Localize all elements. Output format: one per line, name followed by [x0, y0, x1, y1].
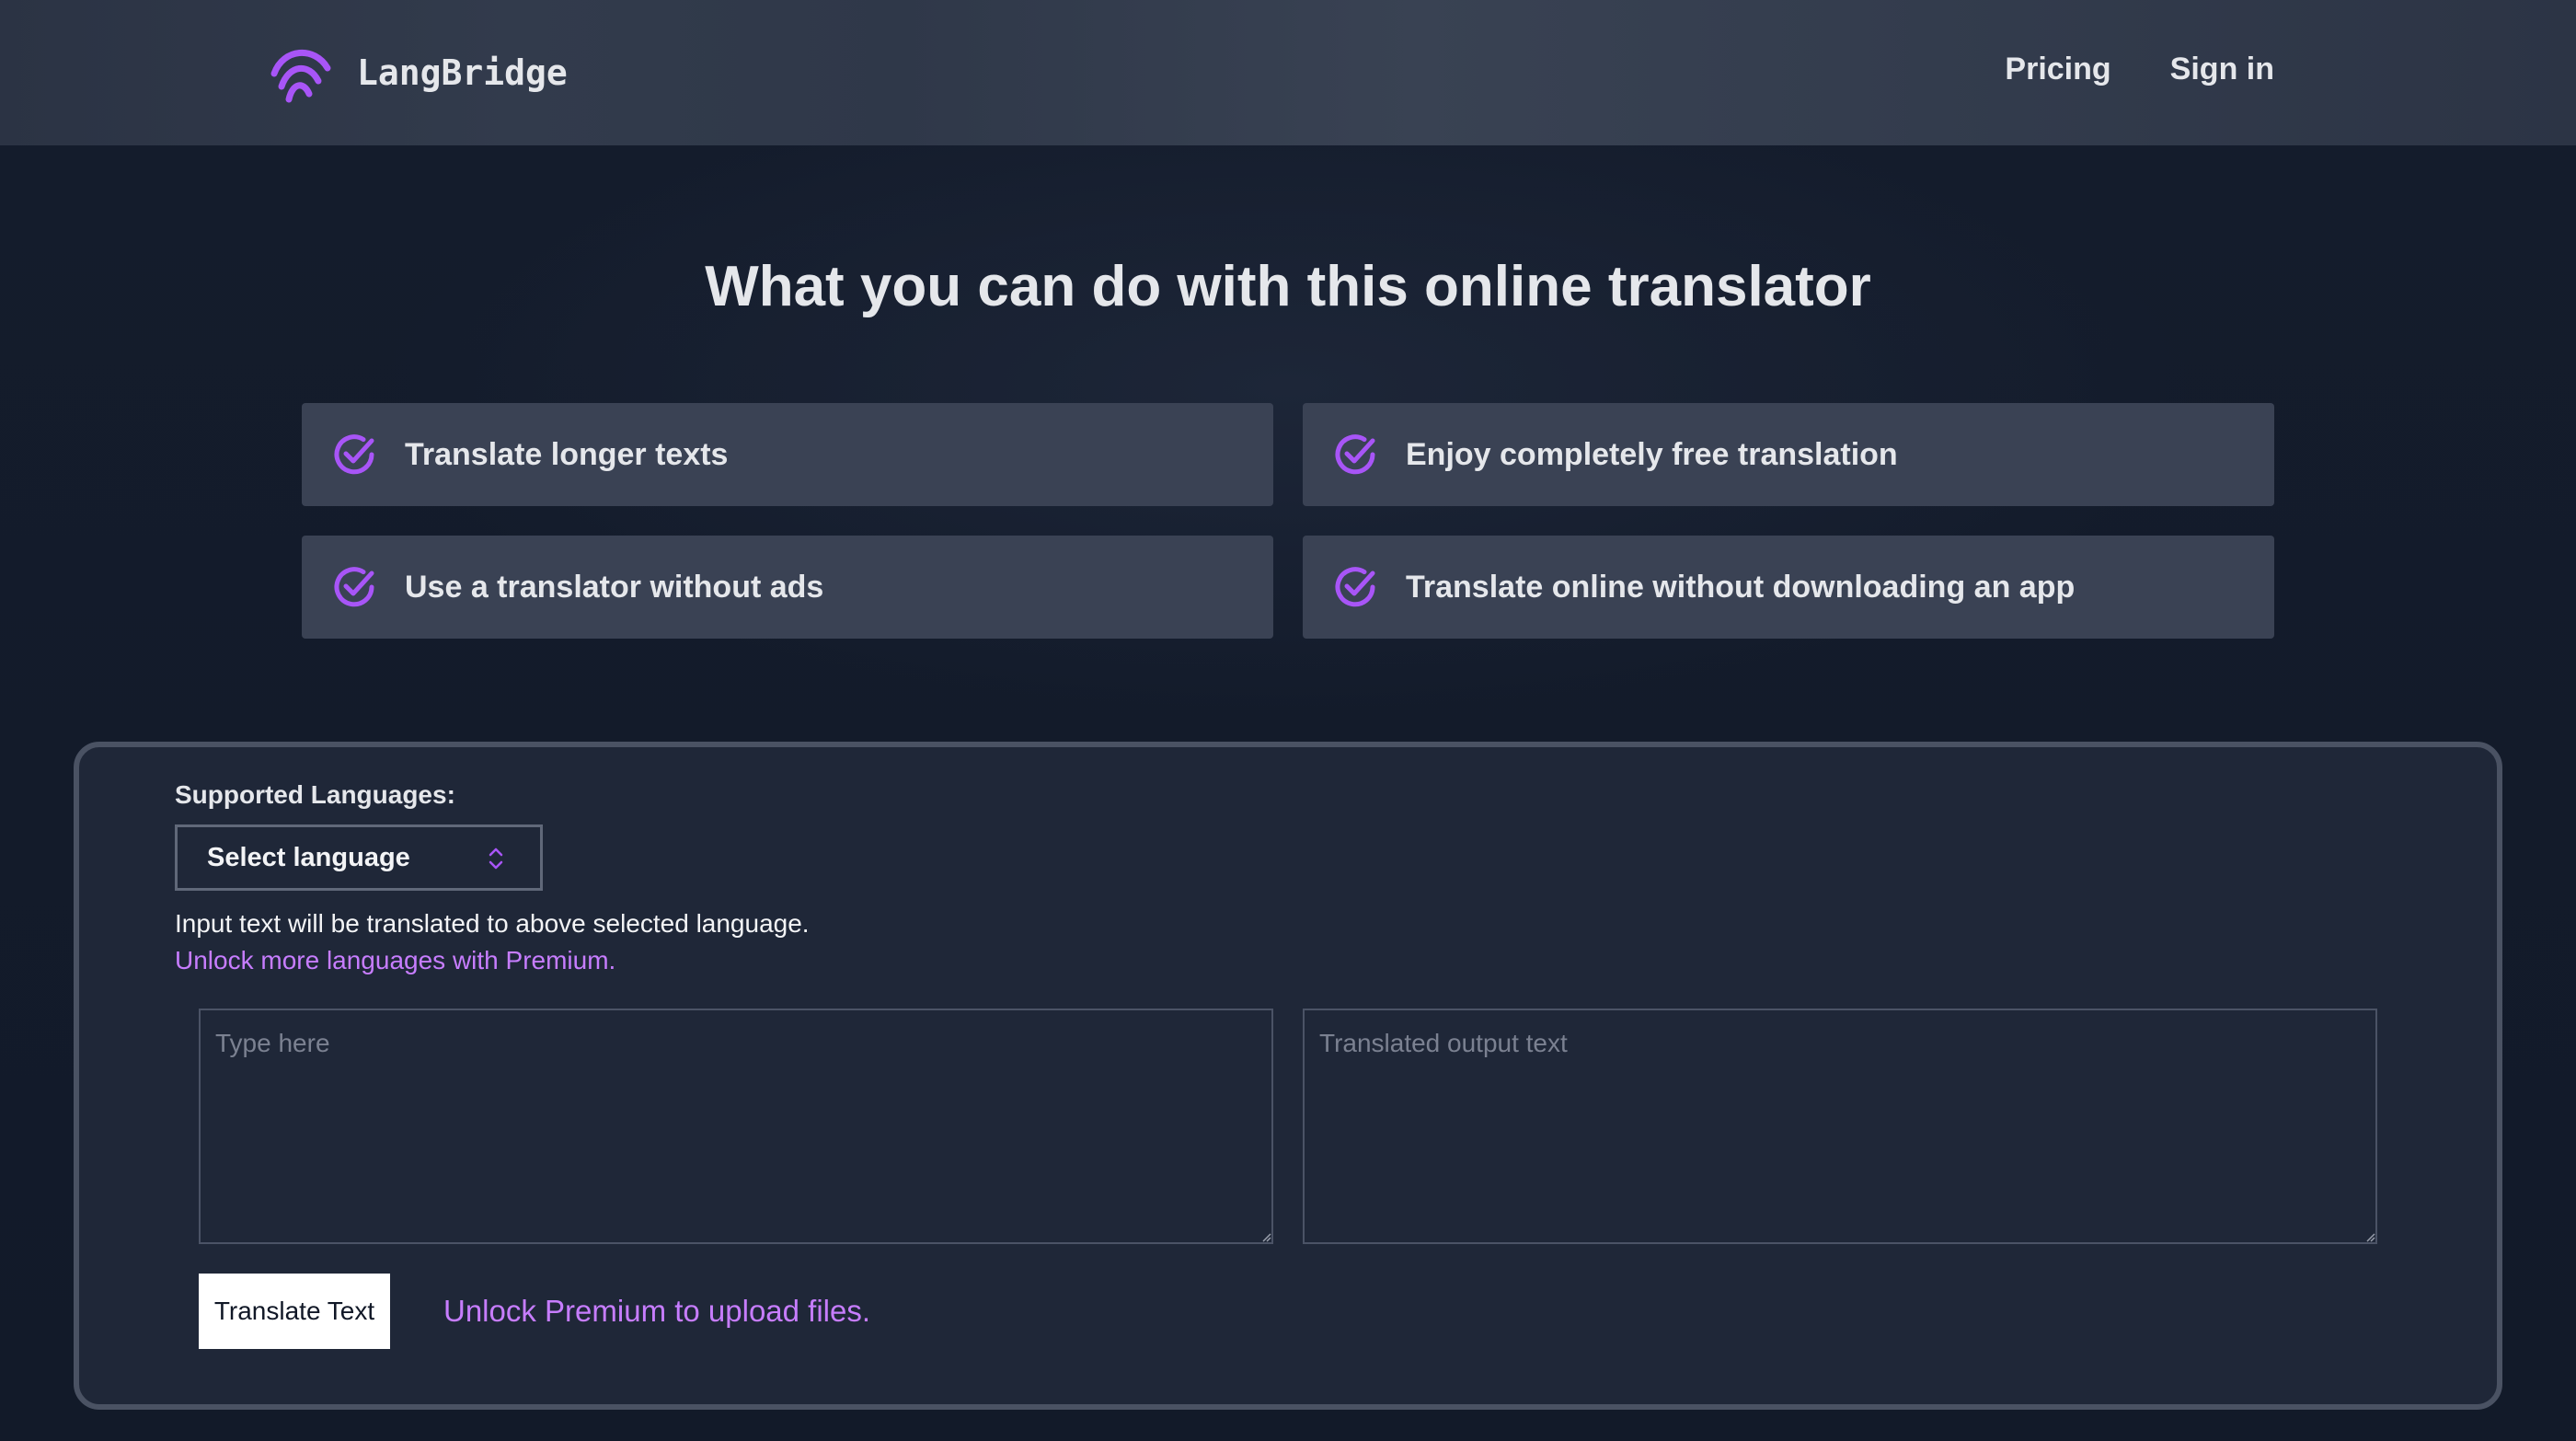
feature-label: Enjoy completely free translation [1406, 436, 1898, 472]
translator-panel: Supported Languages: Select language Inp… [74, 742, 2502, 1410]
feature-card: Use a translator without ads [302, 536, 1273, 639]
brand-name: LangBridge [357, 52, 568, 93]
nav-pricing-link[interactable]: Pricing [2005, 52, 2110, 87]
brand[interactable]: LangBridge [269, 40, 568, 105]
check-circle-icon [334, 567, 374, 607]
check-circle-icon [1335, 434, 1375, 475]
feature-grid: Translate longer texts Enjoy completely … [302, 403, 2274, 639]
feature-label: Use a translator without ads [405, 569, 824, 605]
input-text-area[interactable] [199, 1009, 1273, 1244]
langbridge-logo-icon [270, 50, 331, 103]
hero-title: What you can do with this online transla… [705, 255, 1871, 318]
unlock-languages-link[interactable]: Unlock more languages with Premium. [175, 946, 615, 975]
page: LangBridge Pricing Sign in What you can … [0, 0, 2576, 1441]
language-select-value: Select language [207, 842, 410, 872]
nav-sign-in-link[interactable]: Sign in [2170, 52, 2274, 87]
supported-languages-label: Supported Languages: [175, 780, 455, 809]
output-text-area[interactable] [1303, 1009, 2377, 1244]
chevron-up-down-icon [489, 847, 503, 870]
feature-label: Translate longer texts [405, 436, 729, 472]
translate-text-button[interactable]: Translate Text [199, 1274, 390, 1349]
check-circle-icon [1335, 567, 1375, 607]
language-select[interactable]: Select language [175, 824, 543, 891]
feature-card: Translate longer texts [302, 403, 1273, 506]
feature-label: Translate online without downloading an … [1406, 569, 2076, 605]
feature-card: Enjoy completely free translation [1303, 403, 2274, 506]
top-navbar: LangBridge Pricing Sign in [0, 0, 2576, 145]
resize-grip-icon[interactable] [2366, 1233, 2375, 1242]
translation-info-text: Input text will be translated to above s… [175, 909, 810, 938]
resize-grip-icon[interactable] [1262, 1233, 1271, 1242]
feature-card: Translate online without downloading an … [1303, 536, 2274, 639]
main-nav: Pricing Sign in [2005, 52, 2274, 87]
unlock-upload-link[interactable]: Unlock Premium to upload files. [443, 1294, 870, 1329]
check-circle-icon [334, 434, 374, 475]
